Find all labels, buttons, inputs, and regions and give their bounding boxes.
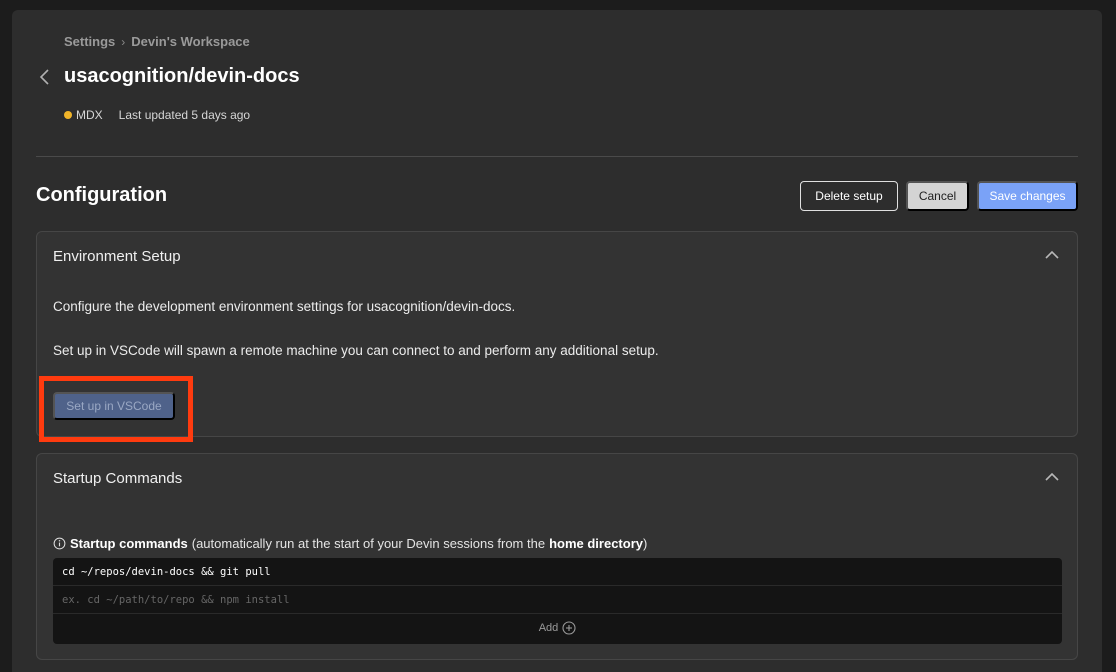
vscode-note: Set up in VSCode will spawn a remote mac… (53, 343, 659, 358)
startup-label-desc: (automatically run at the start of your … (191, 536, 546, 551)
startup-commands-list: cd ~/repos/devin-docs && git pull Add (53, 558, 1062, 644)
startup-label-bold: Startup commands (70, 536, 188, 551)
save-changes-button[interactable]: Save changes (977, 181, 1078, 211)
environment-setup-card: Environment Setup Configure the developm… (36, 231, 1078, 442)
startup-label-close: ) (643, 536, 648, 551)
breadcrumb-separator: › (121, 34, 126, 49)
chevron-up-icon[interactable] (1045, 250, 1059, 260)
breadcrumb-workspace[interactable]: Devin's Workspace (131, 34, 249, 49)
plus-circle-icon (562, 621, 576, 635)
section-title: Configuration (36, 184, 168, 206)
startup-commands-title[interactable]: Startup Commands (53, 470, 182, 487)
language-dot-icon (64, 111, 72, 119)
last-updated: Last updated 5 days ago (118, 108, 251, 122)
chevron-up-icon[interactable] (1045, 472, 1059, 482)
repo-meta: MDX Last updated 5 days ago (64, 108, 250, 122)
add-label: Add (538, 622, 559, 634)
breadcrumb-settings[interactable]: Settings (64, 34, 115, 49)
environment-setup-title[interactable]: Environment Setup (53, 248, 181, 265)
cancel-button[interactable]: Cancel (906, 181, 969, 211)
startup-label-dir: home directory (549, 536, 643, 551)
language-label: MDX (76, 108, 103, 122)
command-row[interactable]: cd ~/repos/devin-docs && git pull (53, 558, 1062, 586)
startup-commands-card: Startup Commands Startup commands (autom… (36, 453, 1078, 660)
divider (36, 156, 1078, 157)
startup-commands-label: Startup commands (automatically run at t… (53, 536, 647, 551)
page-title: usacognition/devin-docs (64, 65, 300, 87)
breadcrumb: Settings › Devin's Workspace (64, 34, 250, 49)
environment-description: Configure the development environment se… (53, 299, 516, 314)
add-command-button[interactable]: Add (53, 614, 1062, 642)
info-icon (53, 537, 66, 550)
new-command-input[interactable] (62, 593, 1062, 606)
new-command-row (53, 586, 1062, 614)
delete-setup-button[interactable]: Delete setup (800, 181, 898, 211)
chevron-left-icon[interactable] (38, 68, 52, 86)
setup-vscode-button[interactable]: Set up in VSCode (53, 392, 175, 420)
